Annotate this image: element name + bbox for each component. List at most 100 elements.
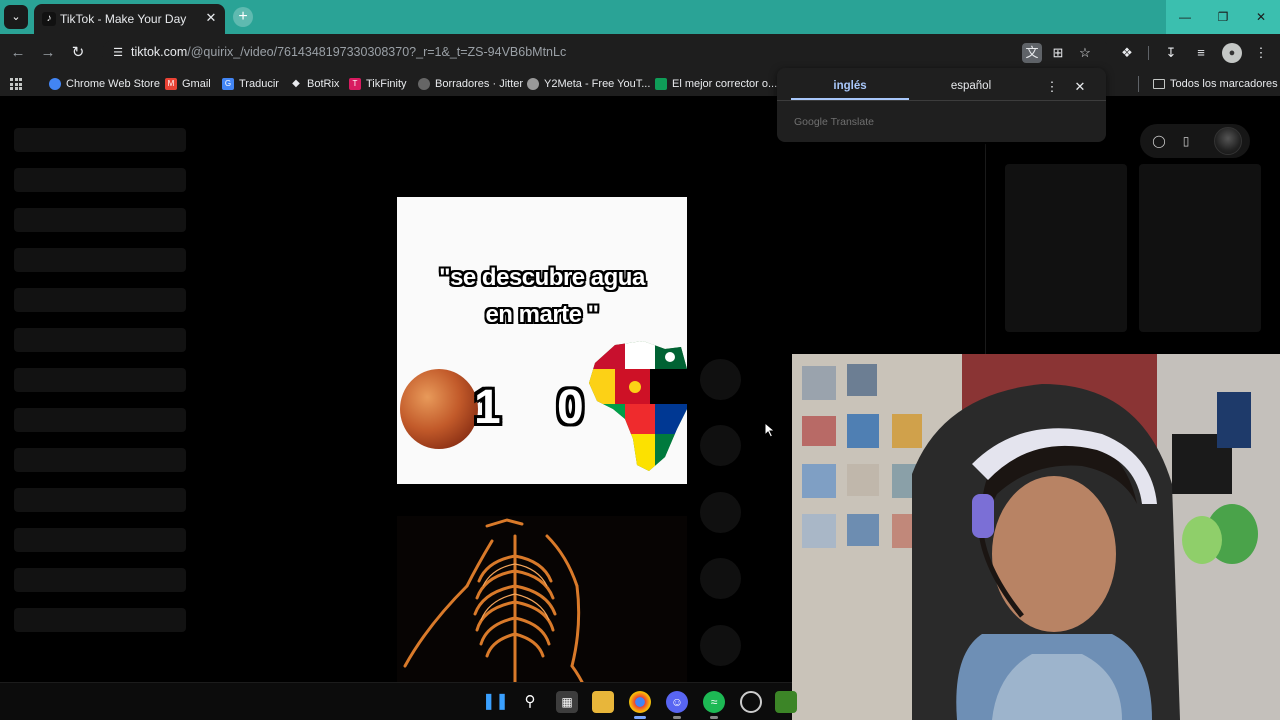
discord-running-indicator	[673, 716, 681, 719]
video-caption: "se descubre agua en marte "	[397, 259, 687, 333]
minecraft-icon[interactable]	[775, 691, 797, 713]
url-text[interactable]: tiktok.com/@quirix_/video/76143481973303…	[131, 45, 566, 59]
site-info-icon[interactable]: ☰	[110, 45, 126, 61]
tiktok-favicon-icon: ♪	[42, 12, 56, 26]
bookmark-label: Borradores · Jitter	[435, 78, 524, 90]
nav-skeleton	[14, 488, 186, 512]
nav-skeleton	[14, 528, 186, 552]
botrix-icon: ◆	[292, 78, 300, 89]
minimize-button[interactable]: —	[1166, 0, 1204, 34]
windows-taskbar: ❚❚ ⚲ ▦ ☺ ≈	[0, 682, 797, 720]
comment-button[interactable]	[700, 425, 741, 466]
sheets-icon	[655, 78, 667, 90]
nav-skeleton	[14, 408, 186, 432]
google-translate-brand: Google Translate	[794, 116, 874, 128]
source-language-tab[interactable]: inglés	[791, 80, 909, 92]
bookmark-star-icon[interactable]: ☆	[1075, 43, 1095, 63]
close-window-button[interactable]: ✕	[1242, 0, 1280, 34]
apps-grid-icon[interactable]	[10, 78, 22, 90]
active-tab-indicator	[791, 98, 909, 100]
address-bar[interactable]: ☰ tiktok.com/@quirix_/video/761434819733…	[102, 39, 1110, 67]
more-options-icon[interactable]: ⋮	[1044, 79, 1060, 95]
coins-icon[interactable]: ◯	[1151, 133, 1167, 149]
tikfinity-icon: T	[349, 78, 361, 90]
file-explorer-icon[interactable]	[592, 691, 614, 713]
search-icon[interactable]: ⚲	[519, 691, 541, 713]
profile-avatar-icon[interactable]: ●	[1222, 43, 1242, 63]
nav-skeleton	[14, 288, 186, 312]
mouse-cursor-icon	[764, 422, 776, 438]
discord-icon[interactable]: ☺	[666, 691, 688, 713]
install-app-icon[interactable]: ⊞	[1048, 43, 1068, 63]
like-button[interactable]	[700, 359, 741, 400]
nav-skeleton	[14, 168, 186, 192]
bookmark-traducir[interactable]: G Traducir	[222, 76, 279, 92]
windows-start-icon[interactable]: ❚❚	[482, 691, 509, 713]
top-actions-pill: ◯ ▯	[1140, 124, 1250, 158]
tab-search-button[interactable]: ⌄	[4, 5, 28, 29]
globe-icon	[527, 78, 539, 90]
restore-button[interactable]: ❐	[1204, 0, 1242, 34]
caption-line: en marte "	[485, 301, 599, 328]
nav-skeleton	[14, 368, 186, 392]
spotify-icon[interactable]: ≈	[703, 691, 725, 713]
caption-line: "se descubre agua	[439, 264, 645, 291]
url-host: tiktok.com	[131, 45, 188, 59]
chrome-active-indicator	[634, 716, 646, 719]
chrome-menu-icon[interactable]: ⋮	[1251, 43, 1271, 63]
score-left: 1	[474, 381, 501, 434]
nav-skeleton	[14, 328, 186, 352]
folder-icon	[1153, 79, 1165, 89]
video-player[interactable]: "se descubre agua en marte " 1 0	[397, 197, 687, 484]
tab-close-icon[interactable]: ✕	[203, 10, 219, 26]
url-path: /@quirix_/video/7614348197330308370?_r=1…	[187, 45, 567, 59]
forward-arrow-icon[interactable]: →	[38, 43, 58, 63]
bookmark-tikfinity[interactable]: T TikFinity	[349, 76, 407, 92]
obs-icon[interactable]	[740, 691, 762, 713]
close-icon[interactable]: ✕	[1072, 79, 1088, 95]
store-icon[interactable]: ▦	[556, 691, 578, 713]
bookmark-button[interactable]	[700, 492, 741, 533]
media-controls-icon[interactable]: ≡	[1191, 43, 1211, 63]
gmail-icon: M	[165, 78, 177, 90]
nav-skeleton	[14, 208, 186, 232]
browser-toolbar: ← → ↻ ☰ tiktok.com/@quirix_/video/761434…	[0, 34, 1280, 72]
bookmark-label: Traducir	[239, 78, 279, 90]
back-arrow-icon[interactable]: ←	[8, 43, 28, 63]
globe-icon	[418, 78, 430, 90]
translate-icon[interactable]: 文	[1022, 43, 1042, 63]
new-tab-button[interactable]: +	[233, 7, 253, 27]
bookmark-chrome-web-store[interactable]: Chrome Web Store	[49, 76, 160, 92]
spotify-running-indicator	[710, 716, 718, 719]
share-button[interactable]	[700, 558, 741, 599]
bookmark-borradores-jitter[interactable]: Borradores · Jitter	[418, 76, 523, 92]
bookmark-botrix[interactable]: ◆ BotRix	[290, 76, 339, 92]
video-thumbnail[interactable]	[1139, 164, 1261, 332]
bookmark-label: Chrome Web Store	[66, 78, 160, 90]
chrome-web-store-icon	[49, 78, 61, 90]
nav-skeleton	[14, 128, 186, 152]
download-icon[interactable]: ↧	[1161, 43, 1181, 63]
bookmark-all-folder[interactable]: Todos los marcadores	[1153, 76, 1278, 92]
reload-icon[interactable]: ↻	[68, 43, 88, 63]
bookmark-label: Gmail	[182, 78, 211, 90]
phone-icon[interactable]: ▯	[1178, 133, 1194, 149]
bookmark-y2meta[interactable]: Y2Meta - Free YouT...	[527, 76, 650, 92]
tab-tiktok[interactable]: ♪ TikTok - Make Your Day ✕	[34, 4, 225, 34]
bookmarks-divider	[1138, 76, 1139, 92]
target-language-tab[interactable]: español	[912, 80, 1030, 92]
translate-popup: inglés español ⋮ ✕ Google Translate	[777, 68, 1106, 142]
nav-skeleton	[14, 608, 186, 632]
window-controls: — ❐ ✕	[1166, 0, 1280, 34]
user-avatar[interactable]	[1214, 127, 1242, 155]
extensions-puzzle-icon[interactable]: ❖	[1117, 43, 1137, 63]
video-thumbnail[interactable]	[1005, 164, 1127, 332]
nav-skeleton	[14, 248, 186, 272]
mars-planet-image	[400, 369, 478, 449]
more-button[interactable]	[700, 625, 741, 666]
chrome-icon[interactable]	[629, 691, 651, 713]
bookmark-label: BotRix	[307, 78, 340, 90]
bookmark-gmail[interactable]: M Gmail	[165, 76, 211, 92]
score-right: 0	[557, 381, 584, 434]
bookmark-corrector[interactable]: El mejor corrector o...	[655, 76, 777, 92]
